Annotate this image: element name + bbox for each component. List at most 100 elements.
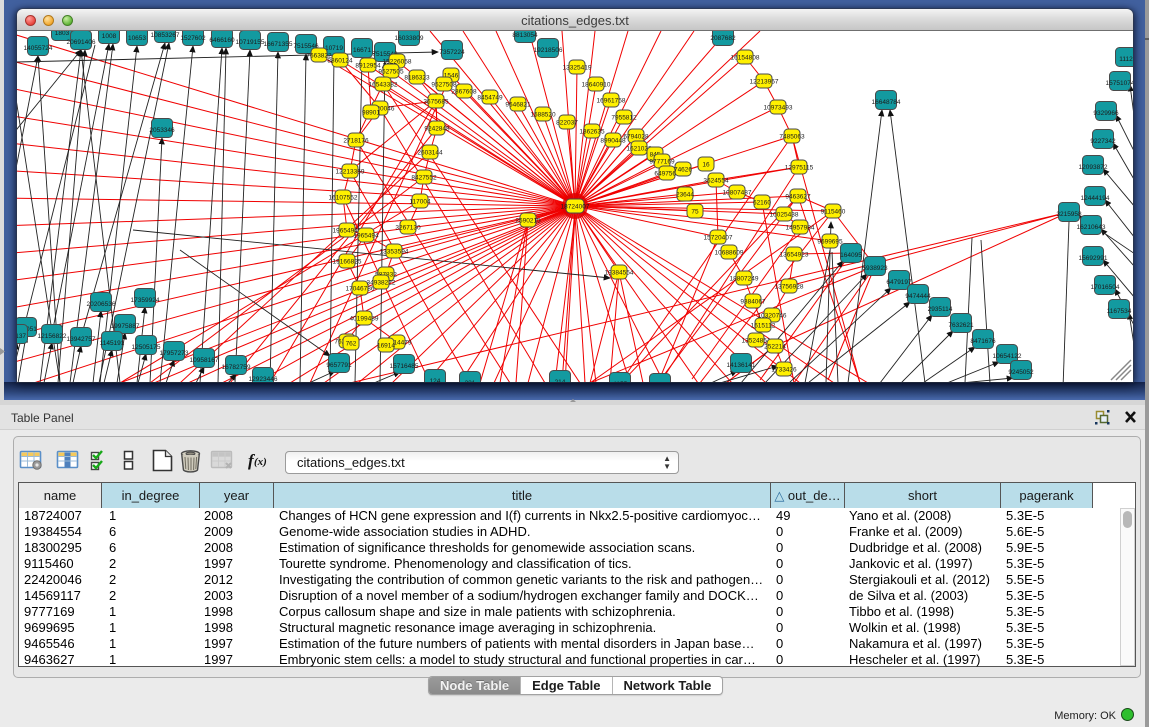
svg-text:214: 214: [555, 379, 566, 382]
svg-text:9329966: 9329966: [1093, 110, 1119, 117]
svg-text:9527505: 9527505: [378, 69, 404, 76]
svg-text:39137: 39137: [17, 333, 26, 340]
svg-text:7357224: 7357224: [439, 49, 465, 56]
svg-text:16914: 16914: [377, 343, 395, 350]
svg-text:7955812: 7955812: [611, 115, 637, 122]
svg-text:2087682: 2087682: [710, 35, 736, 42]
svg-text:5938923: 5938923: [862, 265, 888, 272]
svg-text:75: 75: [691, 209, 699, 216]
svg-text:16210643: 16210643: [1077, 224, 1106, 231]
svg-text:8454749: 8454749: [477, 95, 503, 102]
svg-text:2590215: 2590215: [515, 218, 541, 225]
svg-text:19166825: 19166825: [333, 259, 362, 266]
svg-text:19218506: 19218506: [534, 47, 563, 54]
svg-text:23644: 23644: [676, 192, 694, 199]
svg-text:98901: 98901: [362, 110, 380, 117]
svg-text:10025438: 10025438: [770, 212, 799, 219]
svg-text:16543382: 16543382: [369, 82, 398, 89]
svg-text:3267130: 3267130: [395, 225, 421, 232]
svg-text:15692991: 15692991: [1079, 255, 1108, 262]
svg-text:2935114: 2935114: [928, 306, 953, 313]
svg-text:9474444: 9474444: [905, 293, 931, 300]
svg-text:14055724: 14055724: [24, 45, 53, 52]
svg-text:20206536: 20206536: [87, 301, 116, 308]
svg-text:10807487: 10807487: [723, 190, 752, 197]
svg-text:16961758: 16961758: [597, 98, 626, 105]
svg-text:1615112: 1615112: [751, 323, 776, 330]
svg-text:13325419: 13325419: [563, 65, 592, 72]
svg-text:18640910: 18640910: [582, 82, 611, 89]
svg-text:40199489: 40199489: [350, 316, 379, 323]
svg-text:13942757: 13942757: [67, 336, 96, 343]
svg-text:2867608: 2867608: [451, 89, 477, 96]
svg-text:9777169: 9777169: [649, 159, 675, 166]
svg-text:(x): (x): [254, 456, 267, 468]
svg-text:1527602: 1527602: [180, 35, 206, 42]
svg-text:2053346: 2053346: [149, 127, 175, 134]
svg-text:10653: 10653: [128, 35, 146, 42]
svg-text:8186323: 8186323: [404, 75, 430, 82]
svg-text:19384554: 19384554: [605, 270, 634, 277]
svg-text:8471676: 8471676: [970, 338, 996, 345]
svg-text:16671: 16671: [353, 47, 371, 54]
svg-text:10719155: 10719155: [236, 39, 265, 46]
svg-text:9699695: 9699695: [817, 239, 843, 246]
svg-text:12923446: 12923446: [249, 376, 278, 382]
svg-text:762: 762: [346, 341, 357, 348]
svg-text:13654923: 13654923: [780, 252, 809, 259]
svg-text:17016504: 17016504: [1091, 284, 1120, 291]
svg-text:6466160: 6466160: [209, 37, 235, 44]
svg-text:9227342: 9227342: [1090, 138, 1116, 145]
svg-text:17359924: 17359924: [131, 297, 160, 304]
svg-text:252214: 252214: [764, 344, 786, 351]
svg-text:331: 331: [465, 380, 476, 382]
svg-text:7485063: 7485063: [779, 134, 805, 141]
svg-text:9384067: 9384067: [740, 299, 766, 306]
svg-text:10719: 10719: [325, 45, 343, 52]
svg-text:34938222: 34938222: [367, 280, 396, 287]
svg-text:6794028: 6794028: [623, 134, 649, 141]
svg-text:7632621: 7632621: [948, 322, 974, 329]
svg-text:16671355: 16671355: [264, 41, 293, 48]
svg-text:2603144: 2603144: [417, 150, 443, 157]
svg-text:16648784: 16648784: [872, 99, 901, 106]
svg-text:9242848: 9242848: [424, 126, 450, 133]
svg-text:8813054: 8813054: [512, 32, 538, 39]
svg-text:8860124: 8860124: [327, 58, 353, 65]
svg-text:9463627: 9463627: [785, 194, 811, 201]
svg-text:1167534: 1167534: [1107, 308, 1132, 315]
svg-text:16782759: 16782759: [222, 364, 251, 371]
svg-text:1588520: 1588520: [530, 112, 556, 119]
svg-text:3675685: 3675685: [423, 99, 449, 106]
svg-text:62160: 62160: [753, 200, 771, 207]
svg-text:1362635: 1362635: [579, 129, 605, 136]
svg-text:10688609: 10688609: [715, 250, 744, 257]
svg-text:1733426: 1733426: [771, 367, 797, 374]
svg-text:9245052: 9245052: [1008, 369, 1034, 376]
svg-text:8427552: 8427552: [411, 175, 437, 182]
svg-text:4155: 4155: [613, 381, 628, 382]
svg-text:15716485: 15716485: [390, 363, 419, 370]
svg-text:74626: 74626: [674, 167, 692, 174]
svg-text:13353594: 13353594: [380, 249, 409, 256]
svg-text:16154808: 16154808: [731, 55, 760, 62]
svg-text:12213369: 12213369: [336, 169, 365, 176]
svg-text:9646821: 9646821: [505, 102, 531, 109]
svg-text:10973493: 10973493: [764, 105, 793, 112]
svg-text:3215958: 3215958: [1056, 211, 1082, 218]
svg-text:10654122: 10654122: [993, 353, 1022, 360]
svg-text:9527508: 9527508: [431, 82, 457, 89]
svg-text:9115460: 9115460: [821, 209, 846, 216]
svg-text:1965494: 1965494: [353, 233, 379, 240]
svg-text:19975887: 19975887: [111, 323, 140, 330]
svg-text:20691406: 20691406: [67, 39, 96, 46]
svg-text:1112: 1112: [1119, 56, 1133, 63]
svg-text:117004: 117004: [409, 199, 431, 206]
svg-text:1145191: 1145191: [100, 340, 125, 347]
svg-text:12093872: 12093872: [1079, 164, 1108, 171]
svg-text:12444194: 12444194: [1081, 195, 1110, 202]
svg-text:12505175: 12505175: [132, 344, 161, 351]
svg-text:14957984: 14957984: [786, 225, 815, 232]
svg-text:164095: 164095: [840, 252, 862, 259]
svg-text:3624554: 3624554: [703, 178, 729, 185]
